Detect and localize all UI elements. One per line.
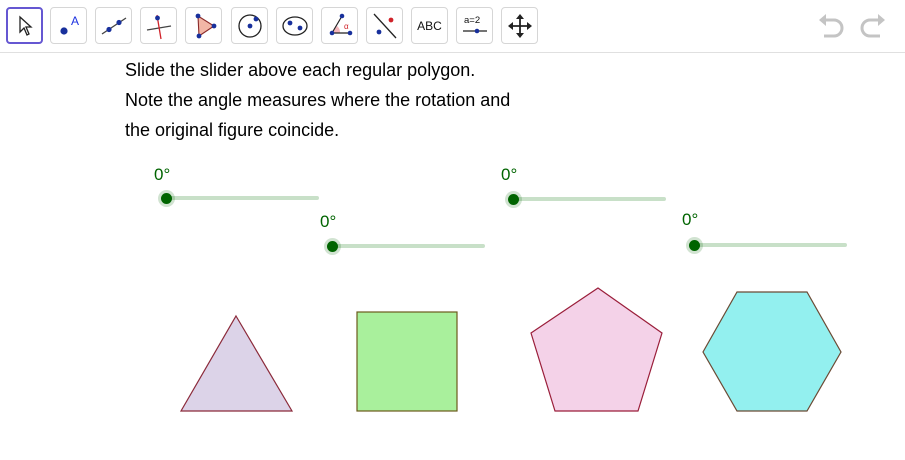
graphics-view (179, 287, 842, 412)
pentagon-shape[interactable] (530, 287, 663, 412)
square-shape[interactable] (356, 311, 458, 412)
hexagon-shape[interactable] (702, 291, 842, 412)
triangle-shape[interactable] (179, 314, 294, 412)
